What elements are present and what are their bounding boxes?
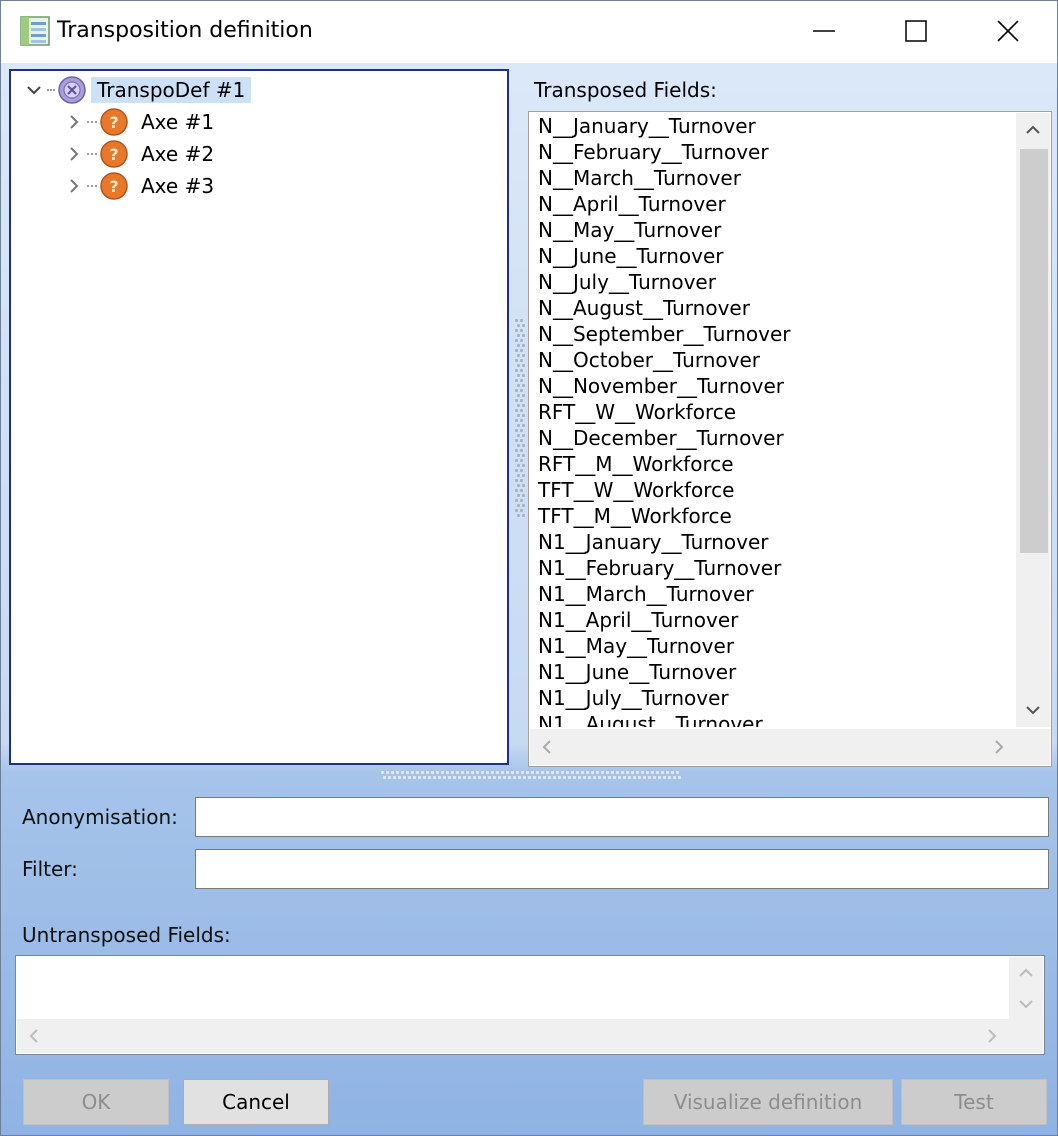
visualize-definition-button[interactable]: Visualize definition	[643, 1079, 893, 1125]
list-item[interactable]: N1__July__Turnover	[530, 685, 1016, 711]
vertical-scrollbar[interactable]	[1016, 113, 1050, 727]
scroll-corner	[1016, 729, 1050, 765]
list-item[interactable]: N__August__Turnover	[530, 295, 1016, 321]
chevron-up-icon	[1019, 968, 1033, 977]
chevron-down-icon	[1026, 706, 1040, 715]
tree-child-label: Axe #3	[141, 174, 215, 198]
scroll-right-button[interactable]	[975, 1019, 1009, 1053]
scroll-thumb[interactable]	[1020, 149, 1048, 553]
list-item[interactable]: N__December__Turnover	[530, 425, 1016, 451]
list-item[interactable]: N1__May__Turnover	[530, 633, 1016, 659]
chevron-left-icon	[542, 740, 551, 754]
transposed-fields-label: Transposed Fields:	[534, 78, 717, 102]
maximize-icon	[905, 20, 927, 42]
scroll-down-button[interactable]	[1009, 988, 1043, 1019]
window-title: Transposition definition	[57, 18, 313, 43]
tree-node-axe-2[interactable]: ? Axe #2	[61, 139, 218, 169]
list-item[interactable]: TFT__M__Workforce	[530, 503, 1016, 529]
chevron-left-icon	[29, 1029, 38, 1043]
close-button[interactable]	[963, 1, 1055, 63]
chevron-right-icon[interactable]	[61, 173, 87, 199]
list-item[interactable]: N1__August__Turnover	[530, 711, 1016, 727]
list-item[interactable]: N__November__Turnover	[530, 373, 1016, 399]
list-item[interactable]: N1__February__Turnover	[530, 555, 1016, 581]
list-item[interactable]: N__April__Turnover	[530, 191, 1016, 217]
transpodef-node-icon	[58, 76, 86, 104]
question-node-icon: ?	[100, 108, 128, 136]
tree-node-axe-3[interactable]: ? Axe #3	[61, 171, 218, 201]
app-table-icon	[20, 16, 50, 46]
vertical-splitter[interactable]	[513, 319, 525, 517]
list-item[interactable]: N__June__Turnover	[530, 243, 1016, 269]
list-item[interactable]: N__July__Turnover	[530, 269, 1016, 295]
list-item[interactable]: RFT__M__Workforce	[530, 451, 1016, 477]
list-item[interactable]: N__September__Turnover	[530, 321, 1016, 347]
filter-input[interactable]	[195, 849, 1049, 889]
chevron-down-icon	[1019, 999, 1033, 1008]
scroll-corner	[1009, 1019, 1043, 1053]
maximize-button[interactable]	[871, 1, 963, 63]
chevron-up-icon	[1026, 125, 1040, 134]
scroll-up-button[interactable]	[1009, 957, 1043, 988]
chevron-right-icon[interactable]	[61, 109, 87, 135]
transposed-items-container: N__January__Turnover N__February__Turnove…	[530, 113, 1016, 727]
chevron-right-icon	[988, 1029, 997, 1043]
question-node-icon: ?	[100, 140, 128, 168]
scroll-down-button[interactable]	[1016, 693, 1050, 727]
tree-node-root[interactable]: TranspoDef #1	[21, 75, 252, 105]
list-item[interactable]: N__January__Turnover	[530, 113, 1016, 139]
minimize-button[interactable]	[779, 1, 871, 63]
horizontal-splitter[interactable]	[381, 769, 681, 781]
title-bar: Transposition definition	[1, 1, 1057, 63]
tree-connector	[87, 121, 97, 123]
horizontal-scrollbar[interactable]	[17, 1019, 1009, 1053]
list-item[interactable]: N1__January__Turnover	[530, 529, 1016, 555]
scroll-right-button[interactable]	[982, 729, 1016, 765]
tree-connector	[87, 185, 97, 187]
dialog-body: TranspoDef #1 ? Axe #1 ? Axe #2 ? Axe #3…	[1, 63, 1057, 1135]
tree-child-label: Axe #1	[141, 110, 215, 134]
transposed-fields-list[interactable]: N__January__Turnover N__February__Turnove…	[528, 111, 1052, 767]
tree-connector	[47, 89, 55, 91]
svg-text:?: ?	[109, 177, 118, 196]
scroll-up-button[interactable]	[1016, 113, 1050, 147]
scroll-left-button[interactable]	[530, 729, 564, 765]
list-item[interactable]: N__October__Turnover	[530, 347, 1016, 373]
close-icon	[997, 20, 1019, 42]
list-item[interactable]: TFT__W__Workforce	[530, 477, 1016, 503]
list-item[interactable]: N__February__Turnover	[530, 139, 1016, 165]
definition-tree[interactable]: TranspoDef #1 ? Axe #1 ? Axe #2 ? Axe #3	[9, 69, 509, 765]
anonymisation-input[interactable]	[195, 797, 1049, 837]
svg-text:?: ?	[109, 113, 118, 132]
svg-text:?: ?	[109, 145, 118, 164]
tree-root-label: TranspoDef #1	[91, 77, 252, 103]
list-item[interactable]: N__May__Turnover	[530, 217, 1016, 243]
untransposed-fields-label: Untransposed Fields:	[22, 923, 231, 947]
list-item[interactable]: N1__April__Turnover	[530, 607, 1016, 633]
vertical-scrollbar[interactable]	[1009, 957, 1043, 1019]
chevron-right-icon	[995, 740, 1004, 754]
chevron-right-icon[interactable]	[61, 141, 87, 167]
list-item[interactable]: RFT__W__Workforce	[530, 399, 1016, 425]
filter-label: Filter:	[22, 857, 78, 881]
untransposed-fields-list[interactable]	[15, 955, 1045, 1055]
list-item[interactable]: N1__June__Turnover	[530, 659, 1016, 685]
list-item[interactable]: N1__March__Turnover	[530, 581, 1016, 607]
question-node-icon: ?	[100, 172, 128, 200]
tree-node-axe-1[interactable]: ? Axe #1	[61, 107, 218, 137]
minimize-icon	[813, 30, 835, 32]
tree-child-label: Axe #2	[141, 142, 215, 166]
list-item[interactable]: N__March__Turnover	[530, 165, 1016, 191]
cancel-button[interactable]: Cancel	[183, 1079, 329, 1125]
transposition-dialog: Transposition definition TranspoDef #1 ?…	[0, 0, 1058, 1136]
ok-button[interactable]: OK	[23, 1079, 169, 1125]
horizontal-scrollbar[interactable]	[530, 729, 1016, 765]
tree-connector	[87, 153, 97, 155]
anonymisation-label: Anonymisation:	[22, 805, 178, 829]
chevron-down-icon[interactable]	[21, 77, 47, 103]
test-button[interactable]: Test	[901, 1079, 1047, 1125]
scroll-left-button[interactable]	[17, 1019, 51, 1053]
